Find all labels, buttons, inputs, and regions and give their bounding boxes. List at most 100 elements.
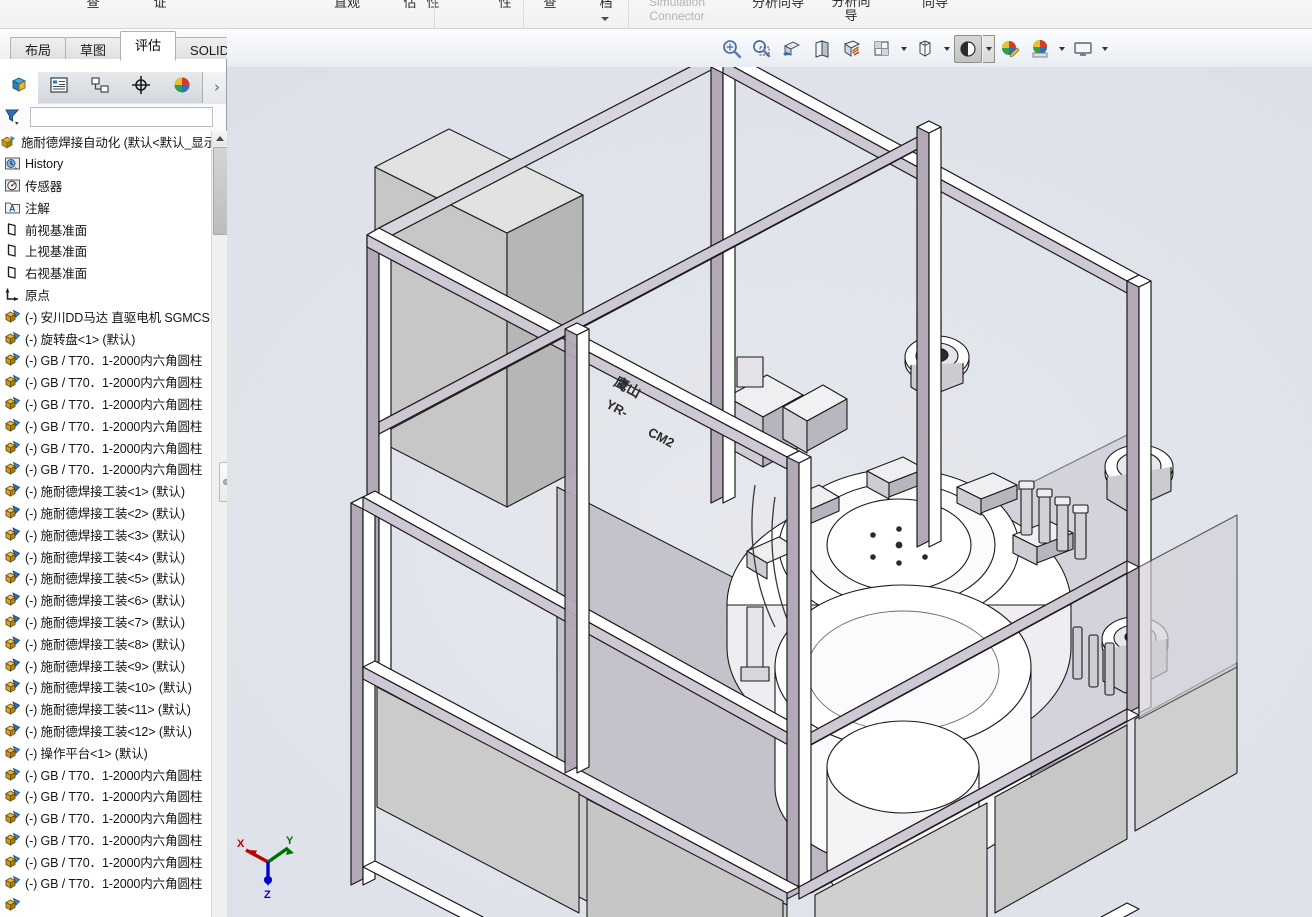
tree-item[interactable]: (-) 施耐德焊接工装<12> (默认) [0, 720, 211, 742]
tree-item[interactable]: A 注解 [0, 196, 211, 218]
display-manager-tab[interactable] [161, 72, 203, 103]
tree-item-label: 原点 [25, 288, 50, 303]
zoom-to-area-icon[interactable] [748, 35, 776, 63]
component-icon [4, 439, 21, 456]
tree-item[interactable]: (-) 操作平台<1> (默认) [0, 741, 211, 763]
graphics-viewport[interactable]: 鹰山 YR- CM2 X Y Z [227, 67, 1312, 917]
display-monitor-icon[interactable] [1069, 35, 1097, 63]
tree-item[interactable]: (-) 施耐德焊接工装<2> (默认) [0, 502, 211, 524]
tree-item[interactable]: (-) 旋转盘<1> (默认) [0, 327, 211, 349]
hide-show-items-dropdown-icon[interactable] [897, 35, 910, 63]
ribbon-label[interactable]: 查 [535, 0, 565, 10]
ribbon-label[interactable]: 向导 [912, 0, 958, 10]
ribbon-command-strip: 查 证 性 性 直观 估 查 档 Simulation Connector 分析… [0, 0, 1312, 29]
tree-item[interactable]: (-) GB / T70．1-2000内六角圆柱 [0, 763, 211, 785]
component-blue-icon [4, 482, 21, 499]
filter-flyout-icon[interactable] [4, 107, 26, 132]
tree-item[interactable]: (-) GB / T70．1-2000内六角圆柱 [0, 393, 211, 415]
tree-item-label: 传感器 [25, 179, 63, 194]
tree-item[interactable]: (-) 施耐德焊接工装<4> (默认) [0, 545, 211, 567]
ribbon-separator [434, 0, 435, 28]
tree-item-label: (-) GB / T70．1-2000内六角圆柱 [25, 441, 203, 456]
tree-item[interactable] [0, 894, 211, 916]
tree-item[interactable]: 右视基准面 [0, 262, 211, 284]
tree-item[interactable]: (-) GB / T70．1-2000内六角圆柱 [0, 458, 211, 480]
ribbon-label[interactable]: 证 [145, 0, 175, 10]
history-icon [4, 155, 21, 172]
tree-item[interactable]: (-) GB / T70．1-2000内六角圆柱 [0, 872, 211, 894]
feature-tree[interactable]: 施耐德焊接自动化 (默认<默认_显示状 History 传感器 A 注解 前视基准面 上视基… [0, 131, 211, 917]
origin-icon [4, 286, 21, 303]
component-blue-icon [4, 635, 21, 652]
tree-filter-input[interactable] [30, 107, 213, 127]
display-style-icon[interactable] [838, 35, 866, 63]
tree-item[interactable]: 施耐德焊接自动化 (默认<默认_显示状 [0, 131, 211, 153]
ribbon-label[interactable]: 直观 [325, 0, 369, 10]
tree-vertical-scrollbar[interactable] [211, 131, 228, 917]
tree-item[interactable]: 原点 [0, 284, 211, 306]
tree-item[interactable]: (-) 施耐德焊接工装<9> (默认) [0, 654, 211, 676]
plane-icon [4, 264, 21, 281]
tree-item[interactable]: (-) GB / T70．1-2000内六角圆柱 [0, 829, 211, 851]
apply-scene-icon[interactable] [954, 34, 982, 63]
apply-scene-dropdown-icon[interactable] [983, 34, 995, 63]
tree-item[interactable]: (-) 施耐德焊接工装<8> (默认) [0, 632, 211, 654]
vertical-scroll-thumb[interactable] [213, 147, 228, 235]
tree-item-label: (-) GB / T70．1-2000内六角圆柱 [25, 376, 203, 391]
feature-manager-tab[interactable] [0, 72, 39, 104]
tree-item[interactable]: (-) GB / T70．1-2000内六角圆柱 [0, 371, 211, 393]
tree-item[interactable]: (-) GB / T70．1-2000内六角圆柱 [0, 850, 211, 872]
tree-item[interactable]: (-) 施耐德焊接工装<1> (默认) [0, 480, 211, 502]
tree-item-label: History [25, 156, 64, 171]
view-settings-icon[interactable] [996, 35, 1024, 63]
hide-show-items-icon[interactable] [868, 35, 896, 63]
tree-item-label: (-) 操作平台<1> (默认) [25, 746, 148, 761]
tree-item[interactable]: History [0, 153, 211, 175]
section-view-icon[interactable] [778, 35, 806, 63]
tree-item[interactable]: (-) 施耐德焊接工装<10> (默认) [0, 676, 211, 698]
tree-item-label: (-) 施耐德焊接工装<5> (默认) [25, 572, 185, 587]
tree-item-label: (-) GB / T70．1-2000内六角圆柱 [25, 768, 203, 783]
ribbon-label[interactable]: 分析向导 [826, 0, 876, 23]
tree-item[interactable]: 前视基准面 [0, 218, 211, 240]
property-manager-tab[interactable] [38, 72, 80, 103]
tree-item[interactable]: 传感器 [0, 175, 211, 197]
tree-item[interactable]: (-) GB / T70．1-2000内六角圆柱 [0, 785, 211, 807]
tree-item[interactable]: 上视基准面 [0, 240, 211, 262]
color-palette-icon[interactable] [1026, 35, 1054, 63]
assembly-model[interactable]: 鹰山 YR- CM2 [227, 67, 1312, 917]
ribbon-label[interactable]: 档 [591, 0, 621, 10]
ribbon-label[interactable]: 估 [395, 0, 425, 10]
color-palette-dropdown-icon[interactable] [1055, 35, 1068, 63]
ribbon-label[interactable]: 分析向导 [744, 0, 812, 10]
ribbon-label[interactable]: 查 [78, 0, 108, 10]
tree-item[interactable]: (-) 施耐德焊接工装<11> (默认) [0, 698, 211, 720]
ribbon-dropdown-caret-icon[interactable] [601, 17, 609, 21]
tree-item[interactable]: (-) GB / T70．1-2000内六角圆柱 [0, 807, 211, 829]
tree-item-label: (-) GB / T70．1-2000内六角圆柱 [25, 354, 203, 369]
tree-item[interactable]: (-) 施耐德焊接工装<7> (默认) [0, 611, 211, 633]
tab-evaluate[interactable]: 评估 [120, 31, 177, 61]
expand-panel-chevron-icon[interactable]: › [214, 78, 220, 96]
ribbon-label[interactable]: 性 [490, 0, 520, 10]
dimxpert-manager-tab[interactable] [120, 72, 162, 103]
display-monitor-dropdown-icon[interactable] [1098, 35, 1111, 63]
view-orientation-icon[interactable] [808, 35, 836, 63]
tree-item[interactable]: (-) GB / T70．1-2000内六角圆柱 [0, 436, 211, 458]
cabinet-model-prefix-text: YR- [604, 396, 631, 420]
configuration-manager-tab[interactable] [79, 72, 121, 103]
scroll-up-button[interactable] [212, 131, 227, 146]
tree-item[interactable]: (-) 安川DD马达 直驱电机 SGMCS [0, 305, 211, 327]
tree-item[interactable]: (-) GB / T70．1-2000内六角圆柱 [0, 349, 211, 371]
tree-item[interactable]: (-) 施耐德焊接工装<5> (默认) [0, 567, 211, 589]
zoom-to-fit-icon[interactable] [718, 35, 746, 63]
tree-item-label: (-) GB / T70．1-2000内六角圆柱 [25, 419, 203, 434]
component-blue-icon [4, 591, 21, 608]
edit-appearance-dropdown-icon[interactable] [940, 35, 953, 63]
tree-item[interactable]: (-) GB / T70．1-2000内六角圆柱 [0, 414, 211, 436]
tree-item-label: (-) 旋转盘<1> (默认) [25, 332, 136, 347]
tree-item[interactable]: (-) 施耐德焊接工装<6> (默认) [0, 589, 211, 611]
tree-item-label: 右视基准面 [25, 267, 88, 282]
tree-item[interactable]: (-) 施耐德焊接工装<3> (默认) [0, 523, 211, 545]
edit-appearance-icon[interactable] [911, 35, 939, 63]
